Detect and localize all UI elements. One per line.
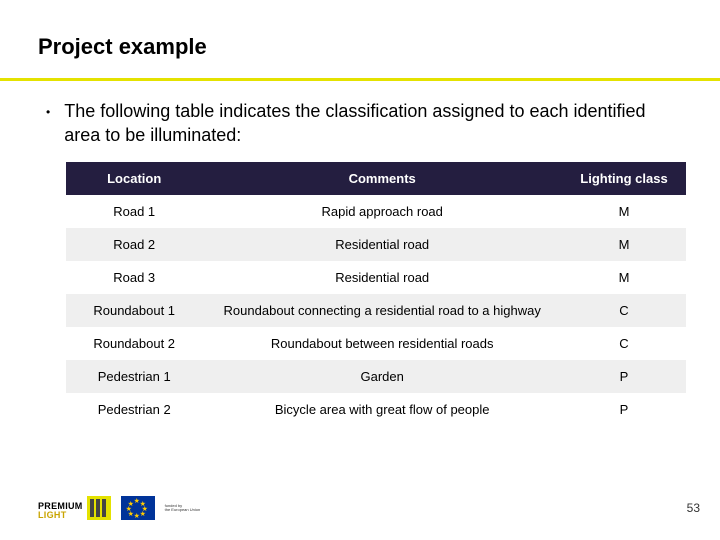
- page-title: Project example: [38, 34, 682, 60]
- th-class: Lighting class: [562, 162, 686, 195]
- cell-location: Road 3: [66, 261, 202, 294]
- table-row: Roundabout 1 Roundabout connecting a res…: [66, 294, 686, 327]
- table-row: Road 1 Rapid approach road M: [66, 195, 686, 228]
- cell-class: M: [562, 195, 686, 228]
- classification-table: Location Comments Lighting class Road 1 …: [66, 162, 686, 426]
- cell-class: P: [562, 360, 686, 393]
- cell-comments: Residential road: [202, 228, 562, 261]
- cell-location: Pedestrian 1: [66, 360, 202, 393]
- premium-light-icon: [87, 496, 111, 520]
- table-row: Pedestrian 1 Garden P: [66, 360, 686, 393]
- cell-location: Pedestrian 2: [66, 393, 202, 426]
- bullet-item: • The following table indicates the clas…: [38, 99, 682, 148]
- cell-class: C: [562, 327, 686, 360]
- cell-class: P: [562, 393, 686, 426]
- page-number: 53: [687, 501, 700, 515]
- bullet-text: The following table indicates the classi…: [64, 99, 682, 148]
- cell-class: M: [562, 228, 686, 261]
- th-comments: Comments: [202, 162, 562, 195]
- cell-location: Roundabout 1: [66, 294, 202, 327]
- cell-location: Road 2: [66, 228, 202, 261]
- logo-group: PREMIUM LIGHT funded by the European Uni…: [38, 496, 200, 520]
- cell-comments: Rapid approach road: [202, 195, 562, 228]
- cell-class: M: [562, 261, 686, 294]
- premium-light-logo: PREMIUM LIGHT: [38, 496, 111, 520]
- divider: [0, 78, 720, 81]
- cell-location: Roundabout 2: [66, 327, 202, 360]
- funded-line2: the European Union: [165, 508, 201, 512]
- slide: Project example • The following table in…: [0, 0, 720, 540]
- cell-comments: Roundabout connecting a residential road…: [202, 294, 562, 327]
- cell-location: Road 1: [66, 195, 202, 228]
- table-row: Road 2 Residential road M: [66, 228, 686, 261]
- premium-light-logo-text: PREMIUM LIGHT: [38, 502, 83, 520]
- cell-comments: Roundabout between residential roads: [202, 327, 562, 360]
- cell-comments: Bicycle area with great flow of people: [202, 393, 562, 426]
- table-row: Roundabout 2 Roundabout between resident…: [66, 327, 686, 360]
- funded-by-text: funded by the European Union: [165, 504, 201, 513]
- table-row: Road 3 Residential road M: [66, 261, 686, 294]
- eu-flag-icon: [121, 496, 155, 520]
- table-header-row: Location Comments Lighting class: [66, 162, 686, 195]
- logo-line2: LIGHT: [38, 511, 83, 520]
- cell-comments: Garden: [202, 360, 562, 393]
- table-row: Pedestrian 2 Bicycle area with great flo…: [66, 393, 686, 426]
- footer: PREMIUM LIGHT funded by the European Uni…: [38, 496, 700, 520]
- cell-comments: Residential road: [202, 261, 562, 294]
- th-location: Location: [66, 162, 202, 195]
- cell-class: C: [562, 294, 686, 327]
- bullet-dot: •: [46, 106, 50, 118]
